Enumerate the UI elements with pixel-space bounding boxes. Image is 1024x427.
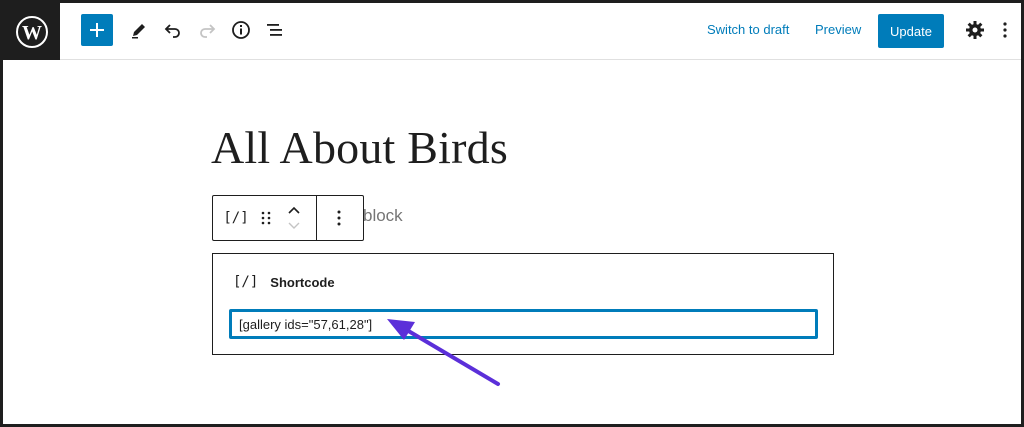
svg-text:W: W [22,22,42,44]
toolbar-divider [316,196,317,240]
edit-tool-button[interactable] [125,16,153,44]
switch-to-draft-button[interactable]: Switch to draft [707,22,789,37]
more-options-button[interactable] [997,16,1013,44]
block-toolbar: [/] [212,195,364,241]
drag-handle[interactable] [255,196,277,240]
shortcode-input[interactable] [229,309,818,339]
drag-handle-icon [261,211,271,225]
more-vertical-icon [337,210,341,226]
details-button[interactable] [227,16,255,44]
chevron-up-icon [288,206,300,214]
settings-button[interactable] [961,16,989,44]
block-options-button[interactable] [327,196,351,240]
paragraph-placeholder-text: block [363,206,403,225]
move-up-down-control[interactable] [281,196,307,240]
wordpress-icon[interactable]: W [3,3,60,60]
list-view-icon [267,24,282,36]
undo-icon [164,24,180,38]
update-button[interactable]: Update [878,14,944,48]
shortcode-label: Shortcode [270,274,335,290]
gear-icon [966,21,984,39]
editor-window: W Switch to draft Preview Update All Abo… [0,0,1024,427]
list-view-button[interactable] [261,16,289,44]
redo-button[interactable] [193,16,221,44]
add-block-button[interactable] [81,14,113,46]
shortcode-block[interactable]: [/] Shortcode [212,253,834,355]
top-toolbar: W Switch to draft Preview Update [3,3,1021,60]
plus-icon [90,23,104,37]
post-title[interactable]: All About Birds [211,121,508,174]
chevron-down-icon [288,222,300,229]
info-icon [232,21,250,39]
more-vertical-icon [1003,22,1007,38]
redo-icon [200,24,216,38]
shortcode-icon: [/] [233,274,259,290]
block-type-button[interactable]: [/] [221,196,251,240]
annotation-arrow-icon [387,319,500,386]
shortcode-block-header: [/] Shortcode [233,274,335,290]
preview-button[interactable]: Preview [815,22,861,37]
undo-button[interactable] [159,16,187,44]
pencil-icon [132,24,145,39]
